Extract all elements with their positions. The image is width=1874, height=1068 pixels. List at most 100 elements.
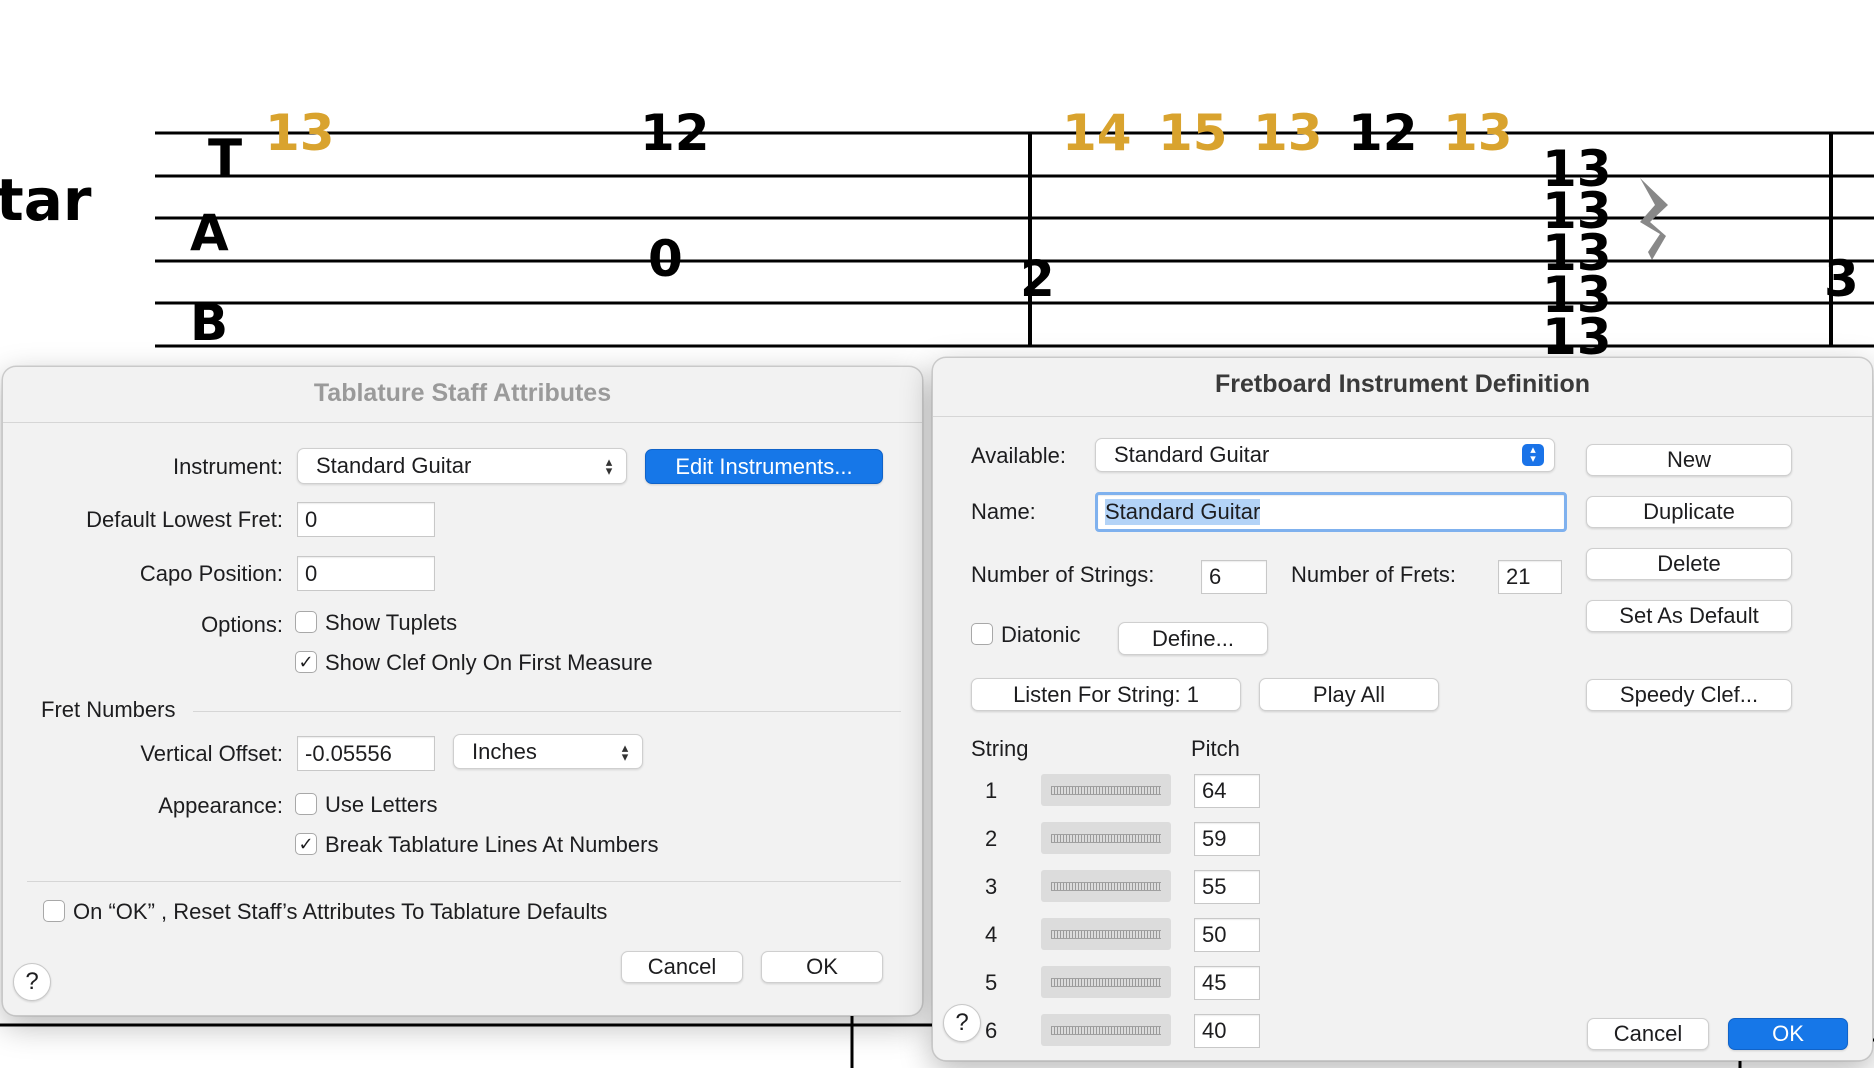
capo-field[interactable]: 0 [297, 556, 435, 591]
name-field[interactable]: Standard Guitar [1095, 492, 1567, 532]
string-number: 2 [985, 826, 998, 851]
string-pitch-slider[interactable] [1041, 918, 1171, 950]
pitch-field[interactable]: 55 [1194, 870, 1260, 904]
pitch-value: 59 [1202, 826, 1227, 851]
strings-count-value: 6 [1209, 564, 1222, 589]
new-button[interactable]: New [1586, 444, 1792, 476]
vertical-offset-value: -0.05556 [305, 740, 392, 766]
available-label: Available: [971, 443, 1066, 468]
break-lines-checkbox[interactable]: ✓ [295, 833, 317, 855]
pitch-value: 64 [1202, 778, 1227, 803]
section-separator [27, 881, 901, 882]
section-separator [193, 711, 901, 712]
slider-track [1051, 785, 1161, 795]
string-number: 3 [985, 874, 998, 899]
units-popup[interactable]: Inches ▴ ▾ [453, 734, 643, 769]
pitch-field[interactable]: 40 [1194, 1014, 1260, 1048]
help-icon[interactable]: ? [13, 963, 51, 1001]
use-letters-label: Use Letters [325, 792, 438, 817]
string-number: 6 [985, 1018, 998, 1043]
name-value: Standard Guitar [1105, 499, 1261, 525]
title-separator [3, 422, 922, 423]
instrument-value: Standard Guitar [316, 453, 472, 478]
dialog-title: Tablature Staff Attributes [313, 379, 612, 407]
pitch-value: 45 [1202, 970, 1227, 995]
string-pitch-slider[interactable] [1041, 1014, 1171, 1046]
instrument-name-label: tar [0, 166, 92, 234]
speedy-clef-button[interactable]: Speedy Clef... [1586, 679, 1792, 711]
slider-track [1051, 1025, 1161, 1035]
vertical-offset-field[interactable]: -0.05556 [297, 736, 435, 771]
break-lines-label: Break Tablature Lines At Numbers [325, 832, 659, 857]
tablature-staff-attributes-dialog: Tablature Staff Attributes Instrument: S… [2, 366, 923, 1016]
pitch-field[interactable]: 45 [1194, 966, 1260, 1000]
show-tuplets-checkbox[interactable] [295, 611, 317, 633]
available-popup[interactable]: Standard Guitar ▴ ▾ [1095, 438, 1555, 472]
string-pitch-slider[interactable] [1041, 774, 1171, 806]
pitch-field[interactable]: 64 [1194, 774, 1260, 808]
measure-number: 3 [1824, 250, 1859, 308]
help-icon[interactable]: ? [943, 1004, 981, 1042]
measure-number: 2 [1020, 250, 1055, 308]
show-clef-first-label: Show Clef Only On First Measure [325, 650, 653, 675]
diatonic-label: Diatonic [1001, 622, 1081, 647]
clef-letter: A [190, 204, 229, 262]
show-tuplets-label: Show Tuplets [325, 610, 458, 635]
play-all-button[interactable]: Play All [1259, 678, 1439, 711]
duplicate-button[interactable]: Duplicate [1586, 496, 1792, 528]
slider-track [1051, 977, 1161, 987]
pitch-field[interactable]: 50 [1194, 918, 1260, 952]
define-button[interactable]: Define... [1118, 622, 1268, 655]
string-number: 5 [985, 970, 998, 995]
options-label: Options: [201, 612, 283, 637]
string-pitch-slider[interactable] [1041, 870, 1171, 902]
checkmark-icon: ✓ [298, 652, 314, 672]
dialog-title: Fretboard Instrument Definition [1215, 370, 1590, 398]
frets-count-label: Number of Frets: [1291, 562, 1457, 587]
ok-button[interactable]: OK [761, 951, 883, 983]
string-pitch-slider[interactable] [1041, 822, 1171, 854]
reset-defaults-checkbox[interactable] [43, 900, 65, 922]
instrument-popup[interactable]: Standard Guitar ▴ ▾ [297, 448, 627, 484]
diatonic-checkbox[interactable] [971, 623, 993, 645]
cancel-button[interactable]: Cancel [621, 951, 743, 983]
set-default-button[interactable]: Set As Default [1586, 600, 1792, 632]
string-column-header: String [971, 736, 1029, 761]
fretboard-instrument-definition-dialog: Fretboard Instrument Definition Availabl… [932, 357, 1873, 1061]
lowest-fret-value: 0 [305, 506, 318, 532]
pitch-value: 55 [1202, 874, 1227, 899]
chevron-updown-icon: ▴ ▾ [621, 739, 629, 764]
show-clef-first-checkbox[interactable]: ✓ [295, 651, 317, 673]
fret-number: 13 [1443, 104, 1513, 162]
capo-value: 0 [305, 560, 318, 586]
frets-count-field[interactable]: 21 [1498, 560, 1562, 594]
cancel-button[interactable]: Cancel [1587, 1018, 1709, 1050]
title-separator [933, 416, 1872, 417]
clef-letter: T [208, 129, 242, 187]
fret-number: 14 [1062, 104, 1132, 162]
slider-track [1051, 833, 1161, 843]
fret-number: 13 [265, 104, 335, 162]
pitch-field[interactable]: 59 [1194, 822, 1260, 856]
ok-button[interactable]: OK [1728, 1018, 1848, 1050]
strings-count-field[interactable]: 6 [1201, 560, 1267, 594]
pitch-column-header: Pitch [1191, 736, 1240, 761]
lowest-fret-field[interactable]: 0 [297, 502, 435, 537]
edit-instruments-button[interactable]: Edit Instruments... [645, 449, 883, 484]
string-pitch-slider[interactable] [1041, 966, 1171, 998]
pitch-value: 50 [1202, 922, 1227, 947]
fret-number: 13 [1253, 104, 1323, 162]
fret-number: 12 [1348, 104, 1418, 162]
appearance-label: Appearance: [158, 793, 283, 818]
frets-count-value: 21 [1506, 564, 1531, 589]
listen-string-button[interactable]: Listen For String: 1 [971, 678, 1241, 711]
capo-label: Capo Position: [139, 561, 283, 586]
fret-numbers-section-label: Fret Numbers [41, 697, 176, 722]
clef-letter: B [190, 294, 228, 352]
use-letters-checkbox[interactable] [295, 793, 317, 815]
instrument-label: Instrument: [172, 454, 283, 479]
delete-button[interactable]: Delete [1586, 548, 1792, 580]
name-label: Name: [971, 499, 1036, 524]
pitch-value: 40 [1202, 1018, 1227, 1043]
slider-track [1051, 881, 1161, 891]
